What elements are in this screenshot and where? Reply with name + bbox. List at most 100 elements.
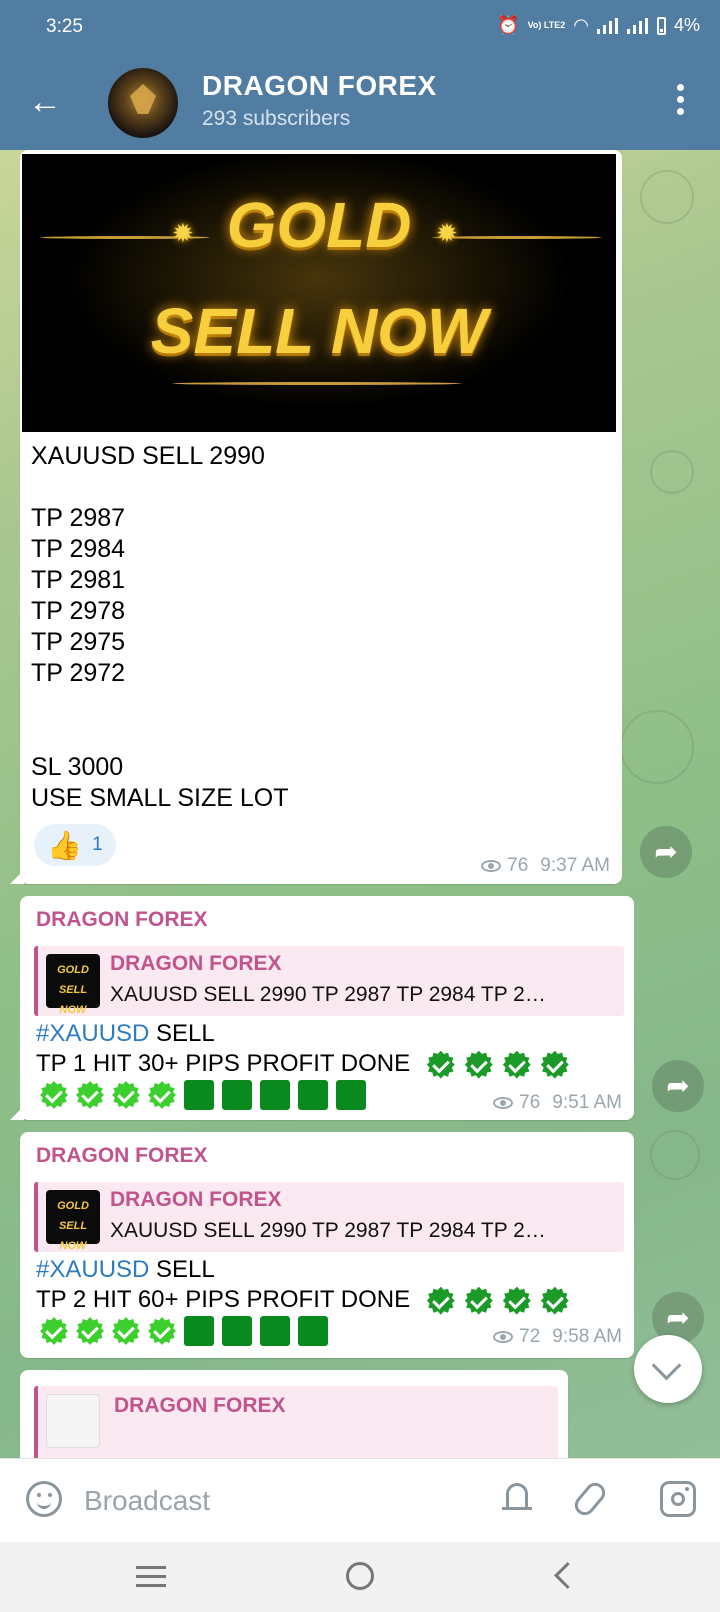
check-badge-icon [540,1286,569,1315]
green-square-icon [298,1316,328,1346]
chevron-down-icon [651,1350,682,1381]
broadcast-input[interactable]: Broadcast [84,1485,210,1517]
message-bubble[interactable]: ✹ ✹ GOLD SELL NOW XAUUSD SELL 2990 TP 29… [20,150,622,884]
hashtag-line: #XAUUSD SELL [36,1256,215,1283]
green-square-icon [260,1316,290,1346]
doodle-decoration [650,450,694,494]
check-badge-icon [502,1286,531,1315]
more-menu-icon[interactable] [668,84,692,120]
doodle-decoration [640,170,694,224]
check-badge-icon [540,1050,569,1079]
forward-icon[interactable]: ➦ [640,826,692,878]
quote-thumbnail: GOLD SELL NOW [46,1190,100,1252]
message-bubble[interactable]: DRAGON FOREX GOLD SELL NOW DRAGON FOREX X… [20,896,634,1120]
tp-line: TP 2978 [31,597,126,625]
recents-icon[interactable] [136,1566,166,1588]
check-badge-icon [502,1050,531,1079]
emoji-icon[interactable] [26,1481,62,1517]
nav-back-icon[interactable] [554,1562,581,1589]
reaction-count: 1 [92,834,103,855]
hashtag-link[interactable]: #XAUUSD [36,1020,149,1047]
message-meta: 76 9:37 AM [481,855,610,877]
tp-line: TP 2981 [31,566,126,594]
eye-icon [493,1097,514,1109]
green-square-icon [184,1080,214,1110]
system-nav-bar [0,1542,720,1612]
check-badge-icon [76,1317,104,1345]
check-badge-icon [40,1081,68,1109]
scroll-down-button[interactable] [634,1335,702,1403]
tp-line: TP 2972 [31,659,126,687]
quote-sender: DRAGON FOREX [114,1394,286,1417]
input-bar: Broadcast [0,1458,720,1543]
alarm-icon: ⏰ [497,15,520,35]
check-badge-icon [148,1317,176,1345]
view-count: 76 [507,855,529,876]
thumbs-up-icon: 👍 [47,829,83,861]
reply-quote[interactable]: GOLD SELL NOW DRAGON FOREX XAUUSD SELL 29… [34,946,624,1016]
doodle-decoration [650,1130,700,1180]
signal-line: XAUUSD SELL 2990 [31,442,265,470]
message-meta: 76 9:51 AM [493,1092,622,1114]
message-time: 9:58 AM [552,1326,622,1347]
signal-icon [596,17,619,34]
promo-image[interactable]: ✹ ✹ GOLD SELL NOW [22,154,616,432]
green-square-icon [222,1316,252,1346]
promo-title: GOLD [226,189,412,261]
green-square-icon [260,1080,290,1110]
status-time: 3:25 [46,16,83,37]
message-bubble[interactable]: DRAGON FOREX GOLD SELL NOW DRAGON FOREX X… [20,1132,634,1358]
signal-icon-2 [626,17,649,34]
quote-thumbnail [46,1394,100,1448]
reply-quote[interactable]: GOLD SELL NOW DRAGON FOREX XAUUSD SELL 29… [34,1182,624,1252]
tp-line: TP 2984 [31,535,126,563]
check-badge-icon [76,1081,104,1109]
check-badge-icon [112,1081,140,1109]
progress-icons [40,1080,366,1110]
status-bar: 3:25 ⏰ Vo) LTE2 ◠ 4% [0,0,720,56]
eye-icon [493,1331,514,1343]
view-count: 76 [519,1092,541,1113]
channel-title[interactable]: DRAGON FOREX [202,70,437,102]
doodle-decoration [620,710,694,784]
bell-icon[interactable] [500,1479,534,1519]
attach-icon[interactable] [570,1478,610,1520]
channel-avatar[interactable] [108,68,178,138]
eye-icon [481,860,502,872]
hashtag-line: #XAUUSD SELL [36,1020,215,1047]
tp-line: TP 2975 [31,628,126,656]
tp-hit-line: TP 1 HIT 30+ PIPS PROFIT DONE [36,1050,569,1079]
quote-sender: DRAGON FOREX [110,1188,282,1211]
green-square-icon [184,1316,214,1346]
green-square-icon [298,1080,328,1110]
message-bubble[interactable]: DRAGON FOREX [20,1370,568,1458]
status-icons: ⏰ Vo) LTE2 ◠ 4% [497,15,700,36]
quote-text: XAUUSD SELL 2990 TP 2987 TP 2984 TP 2… [110,1219,546,1242]
volte-label: Vo) LTE2 [527,20,566,30]
sender-name: DRAGON FOREX [36,1144,208,1167]
back-arrow-icon[interactable]: ← [28,82,68,122]
message-meta: 72 9:58 AM [493,1326,622,1348]
camera-icon[interactable] [660,1481,696,1517]
reaction-chip[interactable]: 👍 1 [34,824,116,866]
chat-area[interactable]: ✹ ✹ GOLD SELL NOW XAUUSD SELL 2990 TP 29… [0,150,720,1458]
wifi-icon: ◠ [573,15,589,35]
check-badge-icon [426,1286,455,1315]
reply-quote[interactable]: DRAGON FOREX [34,1386,558,1458]
quote-text: XAUUSD SELL 2990 TP 2987 TP 2984 TP 2… [110,983,546,1006]
battery-percent: 4% [673,15,700,35]
check-badge-icon [148,1081,176,1109]
check-badge-icon [464,1286,493,1315]
green-square-icon [222,1080,252,1110]
sl-line: SL 3000 [31,753,124,781]
check-badge-icon [464,1050,493,1079]
message-time: 9:37 AM [540,855,610,876]
forward-icon[interactable]: ➦ [652,1060,704,1112]
lot-line: USE SMALL SIZE LOT [31,784,289,812]
battery-icon [656,16,666,35]
check-badge-icon [426,1050,455,1079]
home-icon[interactable] [346,1562,374,1590]
promo-subtitle: SELL NOW [150,295,488,367]
hashtag-link[interactable]: #XAUUSD [36,1256,149,1283]
check-badge-icon [112,1317,140,1345]
